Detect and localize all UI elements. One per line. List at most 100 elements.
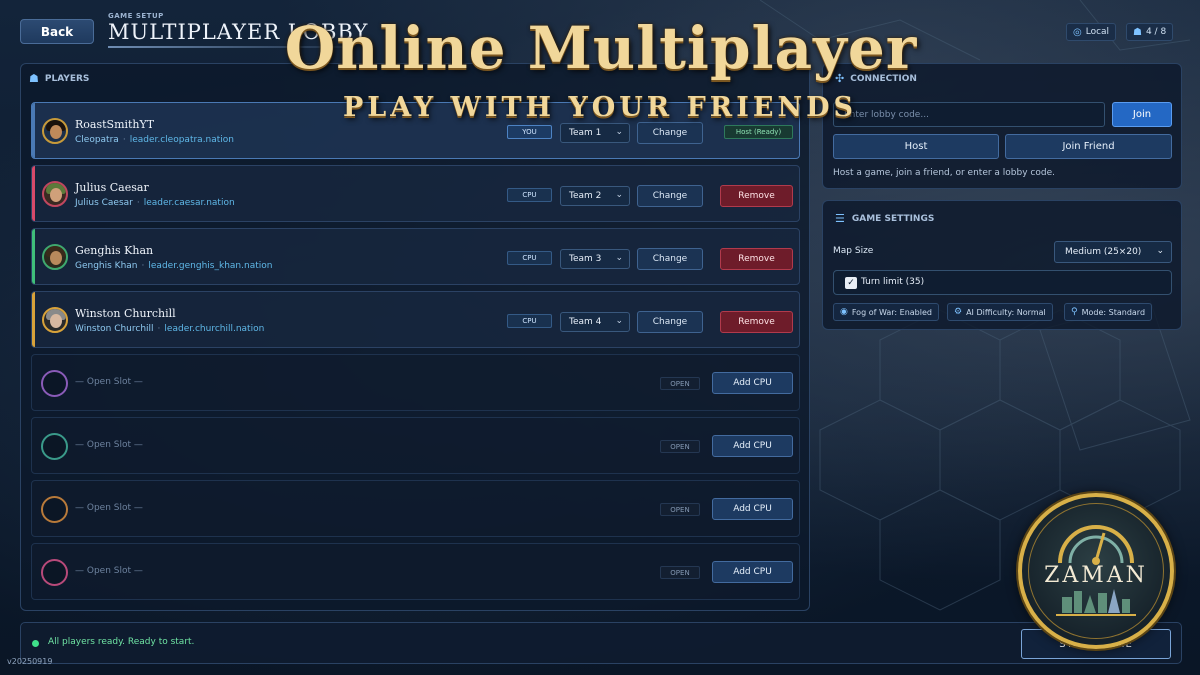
page-kicker: GAME SETUP: [108, 12, 164, 20]
promo-banner-subtitle: PLAY WITH YOUR FRIENDS: [342, 92, 858, 123]
chevron-down-icon: ⌄: [615, 316, 623, 326]
remove-player-button[interactable]: Remove: [720, 185, 793, 207]
robot-icon: ⚙: [954, 307, 963, 317]
player-row: Winston Churchill Winston Churchill · lead…: [31, 291, 800, 348]
team-select-value: Team 3: [569, 254, 602, 264]
cpu-badge: CPU: [507, 251, 552, 265]
player-accent-stripe: [32, 292, 35, 347]
player-civ: Genghis Khan: [75, 261, 138, 271]
players-icon: ☗: [29, 72, 39, 85]
team-select-value: Team 4: [569, 317, 602, 327]
add-cpu-button[interactable]: Add CPU: [712, 561, 793, 583]
players-icon: ☗: [1133, 26, 1142, 38]
mode-label: Mode: Standard: [1081, 307, 1146, 317]
player-count-chip: ☗ 4 / 8: [1126, 23, 1174, 41]
empty-avatar-ring: [41, 370, 68, 397]
players-panel: ☗ PLAYERS RoastSmithYT Cleopatra · leader.…: [20, 63, 810, 611]
change-leader-button[interactable]: Change: [637, 248, 703, 270]
player-count: 4 / 8: [1145, 27, 1167, 37]
chevron-down-icon: ⌄: [1156, 246, 1164, 256]
avatar: [42, 244, 68, 270]
join-button[interactable]: Join: [1112, 102, 1172, 127]
change-leader-button[interactable]: Change: [637, 122, 703, 144]
player-row: Genghis Khan Genghis Khan · leader.genghis…: [31, 228, 800, 285]
player-meta: Julius Caesar · leader.caesar.nation: [75, 198, 235, 208]
host-button[interactable]: Host: [833, 134, 999, 159]
version-label: v20250919: [7, 657, 53, 666]
fog-of-war-tag: ◉ Fog of War: Enabled: [833, 303, 939, 321]
game-settings-panel: ☰ GAME SETTINGS Map Size Medium (25×20) …: [822, 200, 1182, 330]
open-slot-label: — Open Slot —: [75, 440, 143, 450]
map-size-label: Map Size: [833, 246, 874, 256]
promo-banner-title: Online Multiplayer: [284, 14, 918, 82]
player-name: Genghis Khan: [75, 244, 154, 257]
chevron-down-icon: ⌄: [615, 253, 623, 263]
settings-heading: ☰ GAME SETTINGS: [835, 212, 934, 225]
join-friend-button[interactable]: Join Friend: [1005, 134, 1172, 159]
open-slot-label: — Open Slot —: [75, 503, 143, 513]
team-select[interactable]: Team 2 ⌄: [560, 186, 630, 206]
network-mode-chip[interactable]: ◎ Local: [1066, 23, 1117, 41]
pin-icon: ⚲: [1071, 307, 1078, 317]
add-cpu-button[interactable]: Add CPU: [712, 498, 793, 520]
team-select-value: Team 2: [569, 191, 602, 201]
add-cpu-button[interactable]: Add CPU: [712, 435, 793, 457]
empty-avatar-ring: [41, 433, 68, 460]
team-select[interactable]: Team 1 ⌄: [560, 123, 630, 143]
ai-difficulty-tag: ⚙ AI Difficulty: Normal: [947, 303, 1053, 321]
map-size-select[interactable]: Medium (25×20) ⌄: [1054, 241, 1172, 263]
remove-player-button[interactable]: Remove: [720, 248, 793, 270]
player-name: Winston Churchill: [75, 307, 176, 320]
you-badge: YOU: [507, 125, 552, 139]
logo-wordmark: ZAMAN: [1044, 563, 1148, 588]
turn-limit-label: Turn limit (35): [861, 277, 925, 287]
team-select[interactable]: Team 4 ⌄: [560, 312, 630, 332]
player-address[interactable]: leader.churchill.nation: [164, 324, 264, 334]
player-accent-stripe: [32, 229, 35, 284]
player-address[interactable]: leader.caesar.nation: [144, 198, 235, 208]
add-cpu-button[interactable]: Add CPU: [712, 372, 793, 394]
change-leader-button[interactable]: Change: [637, 311, 703, 333]
open-slot-row: — Open Slot — OPEN Add CPU: [31, 354, 800, 411]
players-heading-label: PLAYERS: [44, 73, 90, 84]
player-accent-stripe: [32, 166, 35, 221]
player-address[interactable]: leader.genghis_khan.nation: [148, 261, 272, 271]
open-slot-label: — Open Slot —: [75, 566, 143, 576]
open-slot-row: — Open Slot — OPEN Add CPU: [31, 417, 800, 474]
team-select-value: Team 1: [569, 128, 602, 138]
player-row: Julius Caesar Julius Caesar · leader.caesa…: [31, 165, 800, 222]
cpu-badge: CPU: [507, 188, 552, 202]
open-slot-row: — Open Slot — OPEN Add CPU: [31, 543, 800, 600]
open-badge: OPEN: [660, 377, 700, 390]
player-address[interactable]: leader.cleopatra.nation: [130, 135, 234, 145]
status-text: All players ready. Ready to start.: [48, 637, 195, 647]
network-mode-label: Local: [1085, 27, 1110, 37]
remove-player-button[interactable]: Remove: [720, 311, 793, 333]
cpu-badge: CPU: [507, 314, 552, 328]
turn-limit-toggle[interactable]: ✓ Turn limit (35): [833, 270, 1172, 295]
team-select[interactable]: Team 3 ⌄: [560, 249, 630, 269]
fog-of-war-label: Fog of War: Enabled: [851, 307, 932, 317]
player-meta: Cleopatra · leader.cleopatra.nation: [75, 135, 235, 145]
players-heading: ☗ PLAYERS: [29, 72, 89, 85]
player-civ: Winston Churchill: [75, 324, 154, 334]
host-status-badge: Host (Ready): [724, 125, 793, 139]
settings-heading-label: GAME SETTINGS: [851, 213, 935, 224]
chevron-down-icon: ⌄: [615, 127, 623, 137]
open-badge: OPEN: [660, 503, 700, 516]
turn-limit-checkbox[interactable]: ✓: [845, 277, 857, 289]
map-size-value: Medium (25×20): [1065, 247, 1142, 257]
avatar: [42, 307, 68, 333]
sliders-icon: ☰: [835, 212, 845, 225]
empty-avatar-ring: [41, 496, 68, 523]
change-leader-button[interactable]: Change: [637, 185, 703, 207]
open-badge: OPEN: [660, 566, 700, 579]
ready-status-dot: [32, 640, 39, 647]
player-civ: Julius Caesar: [75, 198, 133, 208]
eye-icon: ◉: [840, 307, 848, 317]
back-button[interactable]: Back: [20, 19, 94, 44]
ai-difficulty-label: AI Difficulty: Normal: [966, 307, 1046, 317]
globe-icon: ◎: [1073, 26, 1082, 38]
player-meta: Genghis Khan · leader.genghis_khan.nation: [75, 261, 273, 271]
player-civ: Cleopatra: [75, 135, 119, 145]
